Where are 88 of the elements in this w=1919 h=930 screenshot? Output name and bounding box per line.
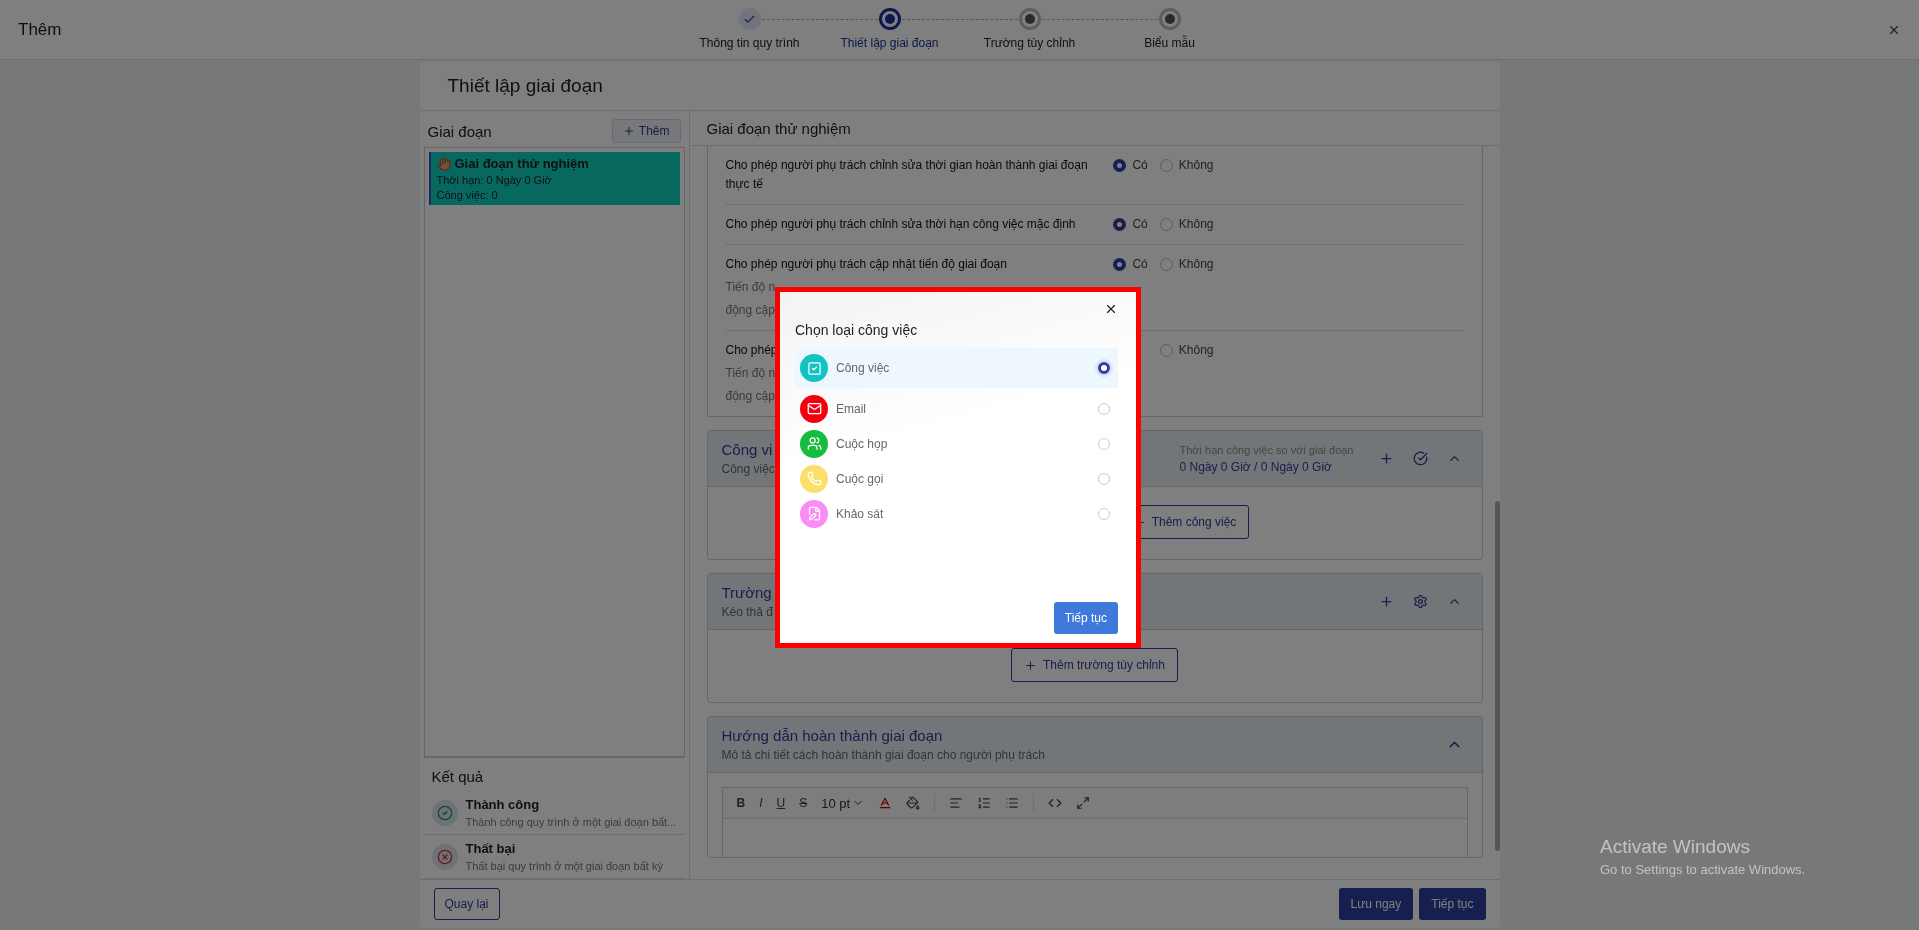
- radio-label: Không: [1178, 343, 1214, 357]
- radio-button[interactable]: [1159, 158, 1173, 172]
- section-title: Trường: [721, 584, 773, 601]
- section-subtitle: Mô tả chi tiết cách hoàn thành giai đoạn cho người phụ trách: [721, 748, 1045, 762]
- option-label: Email: [836, 401, 867, 416]
- add-field-button[interactable]: Thêm trường tùy chỉnh: [1011, 648, 1178, 682]
- stage-duration: Thời hạn: 0 Ngày 0 Giờ: [436, 174, 553, 186]
- setting-label: Cho phép người phụ trách chỉnh sửa thời gian hoàn thành giai đoạn thực tế: [725, 157, 1089, 193]
- numbered-list-icon[interactable]: [977, 796, 992, 810]
- fullscreen-icon[interactable]: [1076, 796, 1091, 810]
- radio-button[interactable]: [1113, 217, 1127, 231]
- section-title: Công vi: [721, 441, 774, 458]
- panel-heading: Giai đoạn: [427, 122, 492, 140]
- x-circle-icon: [431, 843, 458, 870]
- result-name: Thất bại: [465, 841, 517, 856]
- radio-button[interactable]: [1159, 217, 1173, 231]
- radio-label: Không: [1178, 217, 1214, 231]
- radio-button[interactable]: [1159, 257, 1173, 271]
- option-label: Công việc: [836, 361, 891, 375]
- task-type-option[interactable]: Cuộc họp: [795, 426, 1118, 461]
- plus-icon: [622, 125, 635, 137]
- stage-name: Giai đoạn thử nghiệm: [454, 156, 589, 171]
- font-size-dropdown[interactable]: 10 pt: [821, 795, 865, 811]
- close-button[interactable]: [1104, 302, 1118, 316]
- step-label: Thông tin quy trình: [699, 36, 800, 50]
- rich-text-editor[interactable]: B I U S 10 pt: [721, 787, 1468, 857]
- step-label: Trường tùy chỉnh: [983, 36, 1076, 50]
- result-description: Thất bại quy trình ở một giai đoạn bất kỳ: [465, 860, 663, 872]
- back-button[interactable]: Quay lại: [433, 888, 500, 920]
- notice-text: Go to Settings to activate Windows.: [1600, 862, 1806, 877]
- task-type-option[interactable]: Khảo sát: [795, 496, 1118, 531]
- section-title: Hướng dẫn hoàn thành giai đoạn: [721, 727, 944, 744]
- results-heading: Kết quả: [430, 767, 485, 787]
- align-left-icon[interactable]: [949, 796, 964, 810]
- deadline-value: 0 Ngày 0 Giờ / 0 Ngày 0 Giờ: [1179, 459, 1333, 474]
- section-subtitle: Công việc: [721, 462, 775, 476]
- radio-label: Có: [1132, 257, 1148, 271]
- option-label: Khảo sát: [836, 506, 885, 521]
- notice-title: Activate Windows: [1600, 836, 1751, 858]
- continue-button[interactable]: Tiếp tục: [1053, 602, 1118, 634]
- radio-button[interactable]: [1113, 158, 1127, 172]
- setting-label: Cho phép người phụ trách chỉnh sửa thời hạn công việc mặc định: [725, 216, 1076, 233]
- result-name: Thành công: [465, 797, 541, 812]
- plus-icon: [1024, 658, 1037, 672]
- setting-description: Tiến độ n: [725, 365, 776, 382]
- stage-item[interactable]: Giai đoạn thử nghiệm Thời hạn: 0 Ngày 0 Giờ Công việc: 0: [428, 152, 680, 205]
- format-button[interactable]: B: [736, 796, 746, 810]
- save-button[interactable]: Lưu ngay: [1338, 888, 1414, 920]
- radio-label: Không: [1178, 158, 1214, 172]
- setting-description: Tiến độ n: [725, 279, 776, 296]
- step-label: Thiết lập giai đoạn: [840, 36, 939, 50]
- result-description: Thành công quy trình ở một giai đoạn bất...: [465, 816, 677, 828]
- dialog-title: Chọn loại công việc: [795, 322, 919, 338]
- paint-bucket-icon[interactable]: [906, 796, 921, 810]
- window-title: Thêm: [18, 19, 62, 40]
- radio-button[interactable]: [1113, 257, 1127, 271]
- bullet-list-icon[interactable]: [1005, 796, 1020, 810]
- radio-label: Có: [1132, 158, 1148, 172]
- step-label: Biểu mẫu: [1144, 36, 1195, 50]
- step-dot-icon: [884, 14, 895, 24]
- card-title: Thiết lập giai đoạn: [419, 62, 1500, 111]
- scrollbar[interactable]: [1494, 501, 1500, 851]
- format-button[interactable]: U: [776, 796, 786, 810]
- radio-button[interactable]: [1159, 343, 1173, 357]
- setting-description: động cập: [725, 302, 775, 319]
- radio-label: Có: [1132, 217, 1148, 231]
- check-circle-icon: [431, 799, 458, 826]
- format-button[interactable]: S: [799, 796, 808, 810]
- code-icon[interactable]: [1048, 796, 1063, 810]
- task-type-option[interactable]: Email: [795, 391, 1118, 426]
- setting-description: động cập: [725, 388, 775, 405]
- option-label: Cuộc gọi: [836, 471, 885, 486]
- text-color-icon[interactable]: [878, 796, 893, 810]
- format-button[interactable]: I: [759, 796, 763, 810]
- step-dot-icon: [1024, 14, 1035, 24]
- stage-title: Giai đoạn thử nghiệm: [689, 111, 1500, 146]
- radio-label: Không: [1178, 257, 1214, 271]
- stage-task-count: Công việc: 0: [436, 189, 499, 201]
- task-type-option[interactable]: Cuộc gọi: [795, 461, 1118, 496]
- setting-label: Cho phép người phụ trách cập nhật tiến độ giai đoạn: [725, 256, 1007, 273]
- task-type-option[interactable]: Công việc: [795, 348, 1118, 388]
- add-button[interactable]: Thêm: [611, 119, 681, 143]
- continue-button[interactable]: Tiếp tục: [1419, 888, 1486, 920]
- section-subtitle: Kéo thả đ: [721, 605, 773, 619]
- hand-icon: [436, 156, 451, 171]
- radio-button[interactable]: [1098, 362, 1110, 374]
- step-dot-icon: [1164, 14, 1175, 24]
- option-label: Cuộc họp: [836, 436, 889, 451]
